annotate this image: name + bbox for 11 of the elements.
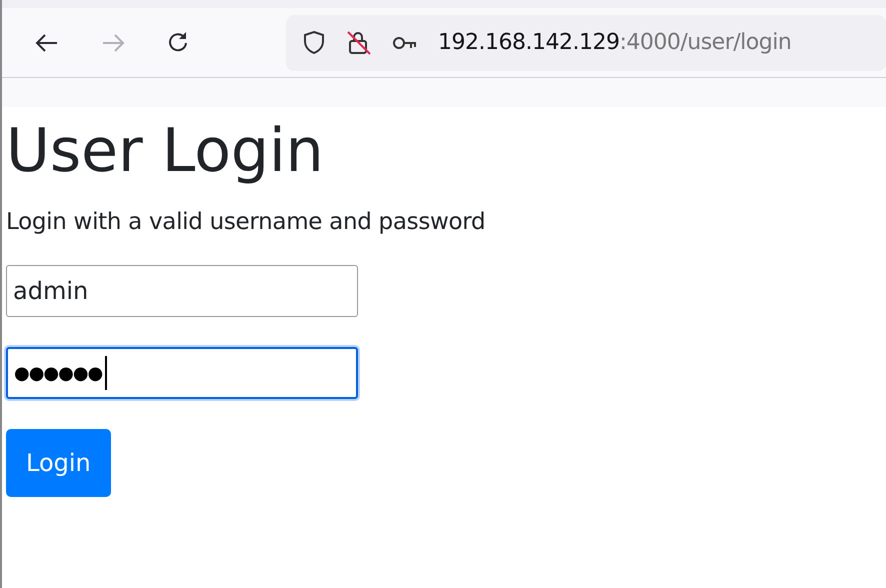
- login-button[interactable]: Login: [6, 429, 111, 497]
- username-field[interactable]: admin: [6, 265, 358, 317]
- page-title: User Login: [6, 115, 325, 187]
- url-path: :4000/user/login: [619, 30, 792, 55]
- address-bar[interactable]: 192.168.142.129:4000/user/login: [286, 14, 886, 70]
- key-icon: [392, 34, 418, 50]
- page-subtitle: Login with a valid username and password: [6, 209, 486, 235]
- lock-icon: [346, 30, 372, 56]
- shield-icon: [302, 30, 326, 56]
- url-host: 192.168.142.129: [438, 30, 620, 55]
- password-field[interactable]: ●●●●●●: [6, 347, 358, 399]
